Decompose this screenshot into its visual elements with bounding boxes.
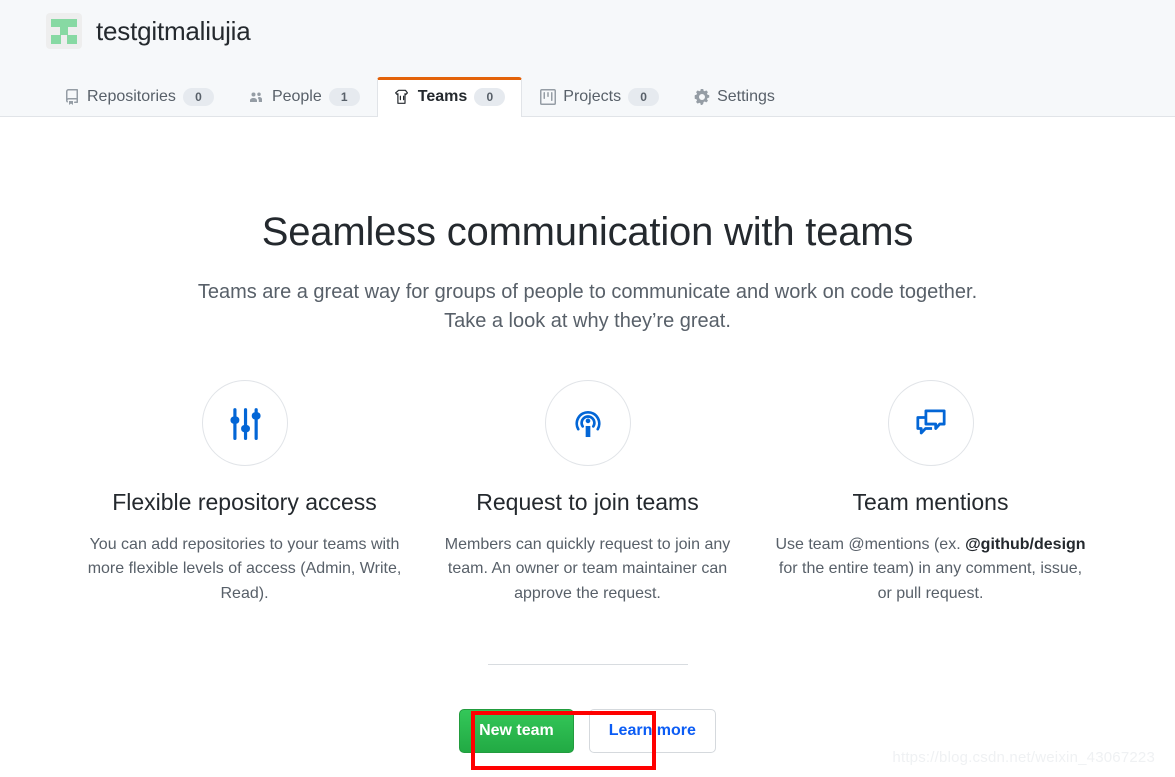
tab-label: Settings <box>717 88 775 105</box>
tab-teams[interactable]: Teams 0 <box>376 77 523 117</box>
feature-body: Members can quickly request to join any … <box>444 535 731 603</box>
comment-discussion-icon <box>887 380 974 466</box>
identicon-block <box>51 19 77 27</box>
feature-body-part-2: for the entire team) in any comment, iss… <box>778 560 1083 603</box>
tab-label: People <box>271 88 322 105</box>
tab-people[interactable]: People 1 <box>231 77 377 117</box>
feature-list: Flexible repository access You can add r… <box>0 380 1175 607</box>
learn-more-button[interactable]: Learn more <box>588 708 716 753</box>
feature-body: Use team @mentions (ex. @github/design f… <box>773 533 1088 607</box>
org-name[interactable]: testgitmaliujia <box>96 16 251 47</box>
tab-settings[interactable]: Settings <box>676 77 792 117</box>
tab-projects[interactable]: Projects 0 <box>522 77 676 117</box>
page-title: Seamless communication with teams <box>261 210 914 254</box>
org-header: testgitmaliujia Repositories 0 People 1 <box>0 0 1175 117</box>
tab-label: Repositories <box>87 88 176 105</box>
tab-repositories[interactable]: Repositories 0 <box>46 77 231 117</box>
feature-request-to-join-teams: Request to join teams Members can quickl… <box>416 380 759 607</box>
teams-blankslate: Seamless communication with teams Teams … <box>0 117 1175 753</box>
blankslate-actions: New team Learn more <box>0 708 1175 753</box>
sliders-icon <box>201 380 288 466</box>
gear-icon <box>693 89 710 106</box>
feature-body-part-1: Use team @mentions (ex. <box>775 535 966 553</box>
org-title-row: testgitmaliujia <box>0 0 1175 49</box>
feature-team-mentions: Team mentions Use team @mentions (ex. @g… <box>759 380 1102 607</box>
feature-flexible-repository-access: Flexible repository access You can add r… <box>73 380 416 607</box>
identicon-block <box>60 27 68 35</box>
feature-title: Team mentions <box>852 489 1009 515</box>
org-identicon-avatar[interactable] <box>46 13 82 49</box>
broadcast-icon <box>544 380 631 466</box>
watermark-text: https://blog.csdn.net/weixin_43067223 <box>892 749 1155 766</box>
feature-title: Request to join teams <box>476 489 699 515</box>
org-tab-nav: Repositories 0 People 1 Teams 0 Projects… <box>0 76 792 117</box>
tab-counter: 0 <box>474 88 506 106</box>
identicon-block <box>67 35 77 44</box>
page-lead-line-1: Teams are a great way for groups of peop… <box>197 281 978 303</box>
feature-body-mention: @github/design <box>965 535 1086 553</box>
section-divider <box>487 663 688 665</box>
page-lead-line-2: Take a look at why they’re great. <box>444 310 731 332</box>
feature-title: Flexible repository access <box>112 489 377 515</box>
repo-icon <box>63 89 80 106</box>
new-team-button[interactable]: New team <box>459 708 574 753</box>
tab-label: Projects <box>563 88 622 105</box>
page-lead: Teams are a great way for groups of peop… <box>138 278 1038 336</box>
tab-counter: 0 <box>182 88 214 106</box>
feature-body: You can add repositories to your teams w… <box>87 535 402 603</box>
people-icon <box>248 89 265 106</box>
tab-label: Teams <box>417 88 468 105</box>
identicon-block <box>51 35 61 44</box>
tab-counter: 1 <box>328 88 360 106</box>
jersey-icon <box>394 89 411 106</box>
tab-counter: 0 <box>628 88 660 106</box>
project-board-icon <box>539 89 556 106</box>
